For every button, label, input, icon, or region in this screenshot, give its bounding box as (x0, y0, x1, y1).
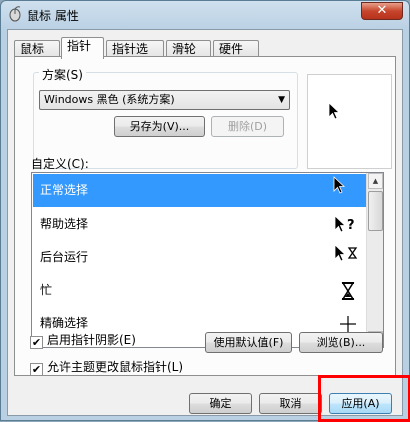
allow-theme-label: 允许主题更改鼠标指针(L) (47, 360, 184, 374)
list-item-label: 忙 (40, 283, 53, 297)
scheme-label: 方案(S) (39, 66, 86, 83)
allow-theme-checkbox[interactable]: ✔ 允许主题更改鼠标指针(L) (30, 360, 183, 376)
list-scrollbar[interactable]: ▲ ▼ (366, 173, 383, 347)
customize-label: 自定义(C): (31, 157, 89, 171)
list-item-normal-select[interactable]: 正常选择 (33, 174, 366, 207)
scroll-up-button[interactable]: ▲ (368, 173, 383, 189)
list-item-label: 后台运行 (40, 250, 89, 264)
chevron-down-icon: ▼ (278, 95, 285, 105)
arrow-cursor-icon (328, 102, 341, 120)
save-as-button[interactable]: 另存为(V)... (114, 116, 205, 137)
enable-shadow-label: 启用指针阴影(E) (47, 333, 136, 347)
window-title: 鼠标 属性 (27, 9, 79, 23)
help-cursor-icon: ? (334, 215, 355, 233)
list-item-label: 帮助选择 (40, 217, 89, 231)
tab-pointers[interactable]: 指针 (61, 37, 104, 59)
ok-button[interactable]: 确定 (189, 393, 252, 414)
use-default-button[interactable]: 使用默认值(F) (205, 332, 292, 353)
dialog-body: 鼠标键 指针 指针选项 滑轮 硬件 方案(S) Windows 黑色 (系统方案… (7, 29, 403, 416)
precision-cursor-icon (340, 316, 356, 332)
list-item-help-select[interactable]: 帮助选择 ? (33, 208, 366, 241)
checkmark-icon: ✔ (30, 336, 43, 349)
list-item-label: 正常选择 (40, 183, 89, 197)
mouse-properties-window: 鼠标 属性 ✕ 鼠标键 指针 指针选项 滑轮 硬件 方案(S) Windows … (0, 0, 410, 422)
pointers-panel: 方案(S) Windows 黑色 (系统方案) ▼ 另存为(V)... 删除(D… (14, 56, 396, 376)
list-item-busy[interactable]: 忙 (33, 274, 366, 307)
arrow-cursor-icon (333, 176, 346, 194)
pointer-preview (307, 74, 392, 169)
list-item-label: 精确选择 (40, 316, 89, 330)
scheme-dropdown[interactable]: Windows 黑色 (系统方案) ▼ (39, 90, 290, 110)
cancel-button[interactable]: 取消 (259, 393, 322, 414)
busy-hourglass-icon (341, 282, 355, 300)
apply-button[interactable]: 应用(A) (329, 393, 392, 414)
list-item-working-background[interactable]: 后台运行 (33, 241, 366, 274)
close-button[interactable]: ✕ (361, 2, 403, 20)
cursor-list[interactable]: 正常选择 帮助选择 ? 后台运行 忙 精确选择 ▲ (31, 172, 384, 348)
enable-shadow-checkbox[interactable]: ✔ 启用指针阴影(E) (30, 333, 136, 349)
working-cursor-icon (334, 244, 358, 262)
mouse-icon (9, 6, 21, 22)
title-bar[interactable]: 鼠标 属性 ✕ (1, 1, 409, 29)
delete-button[interactable]: 删除(D) (211, 116, 284, 137)
scroll-thumb[interactable] (368, 191, 383, 231)
svg-text:?: ? (347, 218, 355, 233)
scheme-selected-value: Windows 黑色 (系统方案) (44, 93, 175, 106)
checkmark-icon: ✔ (30, 363, 43, 376)
browse-button[interactable]: 浏览(B)... (299, 332, 383, 353)
